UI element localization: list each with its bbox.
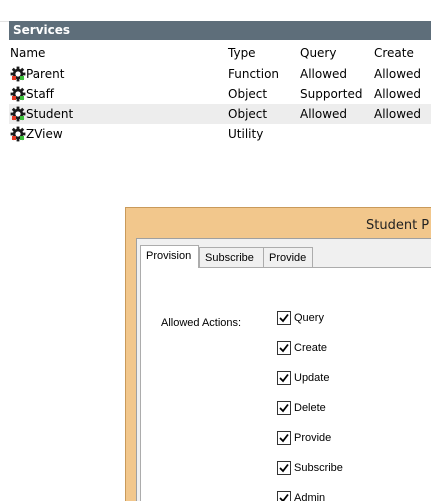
table-row-selected[interactable]: Student Object Allowed Allowed (9, 104, 431, 124)
row-type: Object (228, 87, 268, 101)
checkbox-box[interactable] (277, 401, 291, 415)
checkbox-label: Subscribe (294, 462, 343, 474)
row-create: Allowed (374, 67, 422, 81)
row-query: Supported (300, 87, 363, 101)
row-query: Allowed (300, 107, 348, 121)
gear-icon (10, 66, 26, 82)
tab-provide[interactable]: Provide (263, 247, 313, 267)
student-dialog: Student P Provision Subscribe Provide Al… (125, 207, 431, 501)
table-row[interactable]: Parent Function Allowed Allowed (9, 64, 431, 84)
column-header-create[interactable]: Create (374, 46, 414, 60)
checkbox-box[interactable] (277, 371, 291, 385)
top-strip (0, 0, 431, 22)
app-window: Services Name Type Query Create Parent F… (0, 0, 431, 501)
table-row[interactable]: Staff Object Supported Allowed (9, 84, 431, 104)
row-name: ZView (26, 127, 63, 141)
provision-tab-page: Allowed Actions: Query Create Update Delete… (140, 267, 431, 501)
column-header-query[interactable]: Query (300, 46, 336, 60)
tab-subscribe[interactable]: Subscribe (199, 247, 264, 267)
checkbox-label: Admin (294, 492, 326, 501)
dialog-body: Provision Subscribe Provide Allowed Acti… (136, 238, 431, 501)
row-type: Object (228, 107, 268, 121)
row-create: Allowed (374, 107, 422, 121)
checkbox-label: Delete (294, 402, 326, 414)
row-query: Allowed (300, 67, 348, 81)
checkbox-box[interactable] (277, 311, 291, 325)
checkbox-label: Create (294, 342, 328, 354)
checkbox-label: Update (294, 372, 330, 384)
gear-icon (10, 86, 26, 102)
dialog-title: Student P (366, 218, 430, 233)
checkbox-box[interactable] (277, 461, 291, 475)
gear-icon (10, 106, 26, 122)
checkbox-label: Provide (294, 432, 332, 444)
gear-icon (10, 126, 26, 142)
row-name: Parent (26, 67, 65, 81)
table-row[interactable]: ZView Utility (9, 124, 431, 144)
row-name: Student (26, 107, 74, 121)
checkbox-box[interactable] (277, 491, 291, 501)
row-type: Function (228, 67, 280, 81)
tab-provision[interactable]: Provision (140, 245, 199, 268)
row-name: Staff (26, 87, 54, 101)
column-header-type[interactable]: Type (228, 46, 256, 60)
checkbox-label: Query (294, 312, 324, 324)
panel-title: Services (9, 21, 431, 40)
column-header-name[interactable]: Name (10, 46, 45, 60)
row-create: Allowed (374, 87, 422, 101)
column-headers: Name Type Query Create (9, 46, 431, 64)
checkbox-box[interactable] (277, 431, 291, 445)
row-type: Utility (228, 127, 264, 141)
checkbox-box[interactable] (277, 341, 291, 355)
allowed-actions-label: Allowed Actions: (161, 317, 242, 329)
